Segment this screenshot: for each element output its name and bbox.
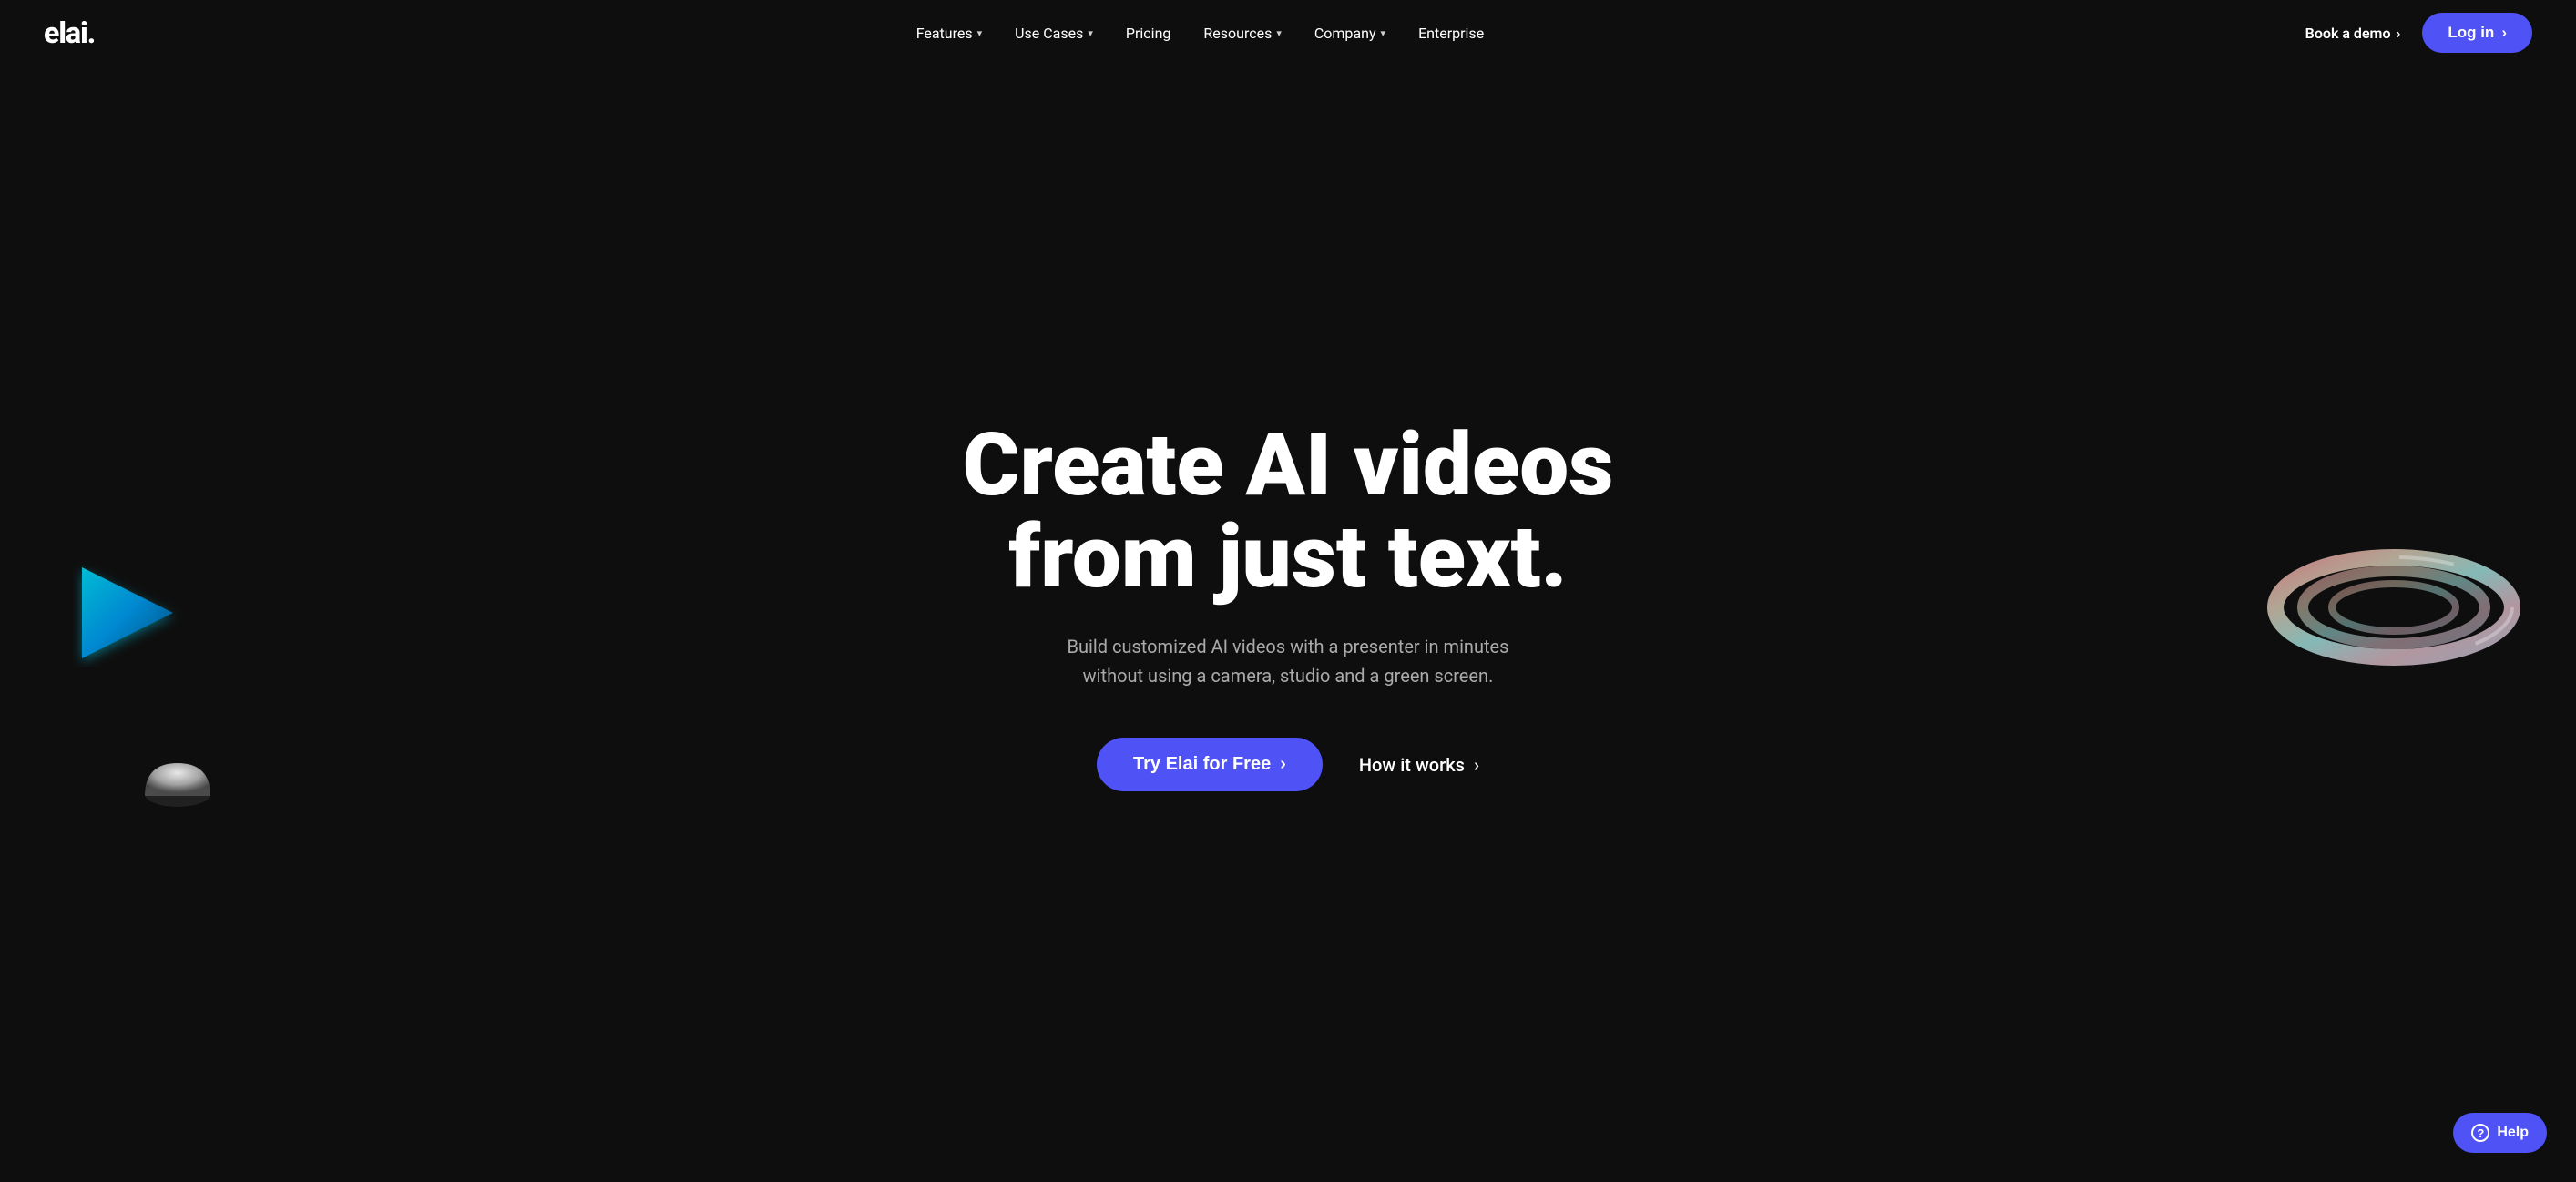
nav-item-pricing[interactable]: Pricing bbox=[1126, 25, 1171, 42]
arrow-right-icon: › bbox=[1474, 754, 1479, 776]
arrow-right-icon: › bbox=[2501, 24, 2507, 42]
decorative-dome bbox=[141, 758, 214, 812]
chevron-down-icon: ▾ bbox=[977, 27, 983, 39]
nav-actions: Book a demo › Log in › bbox=[2305, 13, 2532, 53]
book-demo-link[interactable]: Book a demo › bbox=[2305, 25, 2401, 42]
nav-item-features[interactable]: Features ▾ bbox=[916, 25, 982, 42]
arrow-right-icon: › bbox=[1280, 754, 1286, 775]
try-free-button[interactable]: Try Elai for Free › bbox=[1097, 738, 1323, 791]
arrow-right-icon: › bbox=[2397, 25, 2401, 42]
nav-item-use-cases[interactable]: Use Cases ▾ bbox=[1015, 25, 1093, 42]
decorative-ring bbox=[2266, 535, 2521, 680]
nav-links: Features ▾ Use Cases ▾ Pricing Resources… bbox=[916, 25, 1484, 42]
hero-cta-group: Try Elai for Free › How it works › bbox=[1097, 738, 1479, 791]
decorative-triangle bbox=[73, 558, 182, 667]
chevron-down-icon: ▾ bbox=[1088, 27, 1093, 39]
help-icon: ? bbox=[2471, 1124, 2489, 1142]
nav-item-company[interactable]: Company ▾ bbox=[1314, 25, 1385, 42]
navbar: elai. Features ▾ Use Cases ▾ Pricing Res… bbox=[0, 0, 2576, 66]
logo[interactable]: elai. bbox=[44, 15, 95, 50]
help-button[interactable]: ? Help bbox=[2453, 1113, 2547, 1153]
how-it-works-link[interactable]: How it works › bbox=[1359, 754, 1479, 776]
chevron-down-icon: ▾ bbox=[1381, 27, 1386, 39]
hero-subtitle: Build customized AI videos with a presen… bbox=[1042, 632, 1534, 690]
chevron-down-icon: ▾ bbox=[1276, 27, 1282, 39]
hero-section: Create AI videos from just text. Build c… bbox=[0, 66, 2576, 1182]
nav-item-enterprise[interactable]: Enterprise bbox=[1418, 25, 1484, 42]
login-button[interactable]: Log in › bbox=[2422, 13, 2532, 53]
nav-item-resources[interactable]: Resources ▾ bbox=[1203, 25, 1281, 42]
hero-title: Create AI videos from just text. bbox=[963, 420, 1614, 604]
